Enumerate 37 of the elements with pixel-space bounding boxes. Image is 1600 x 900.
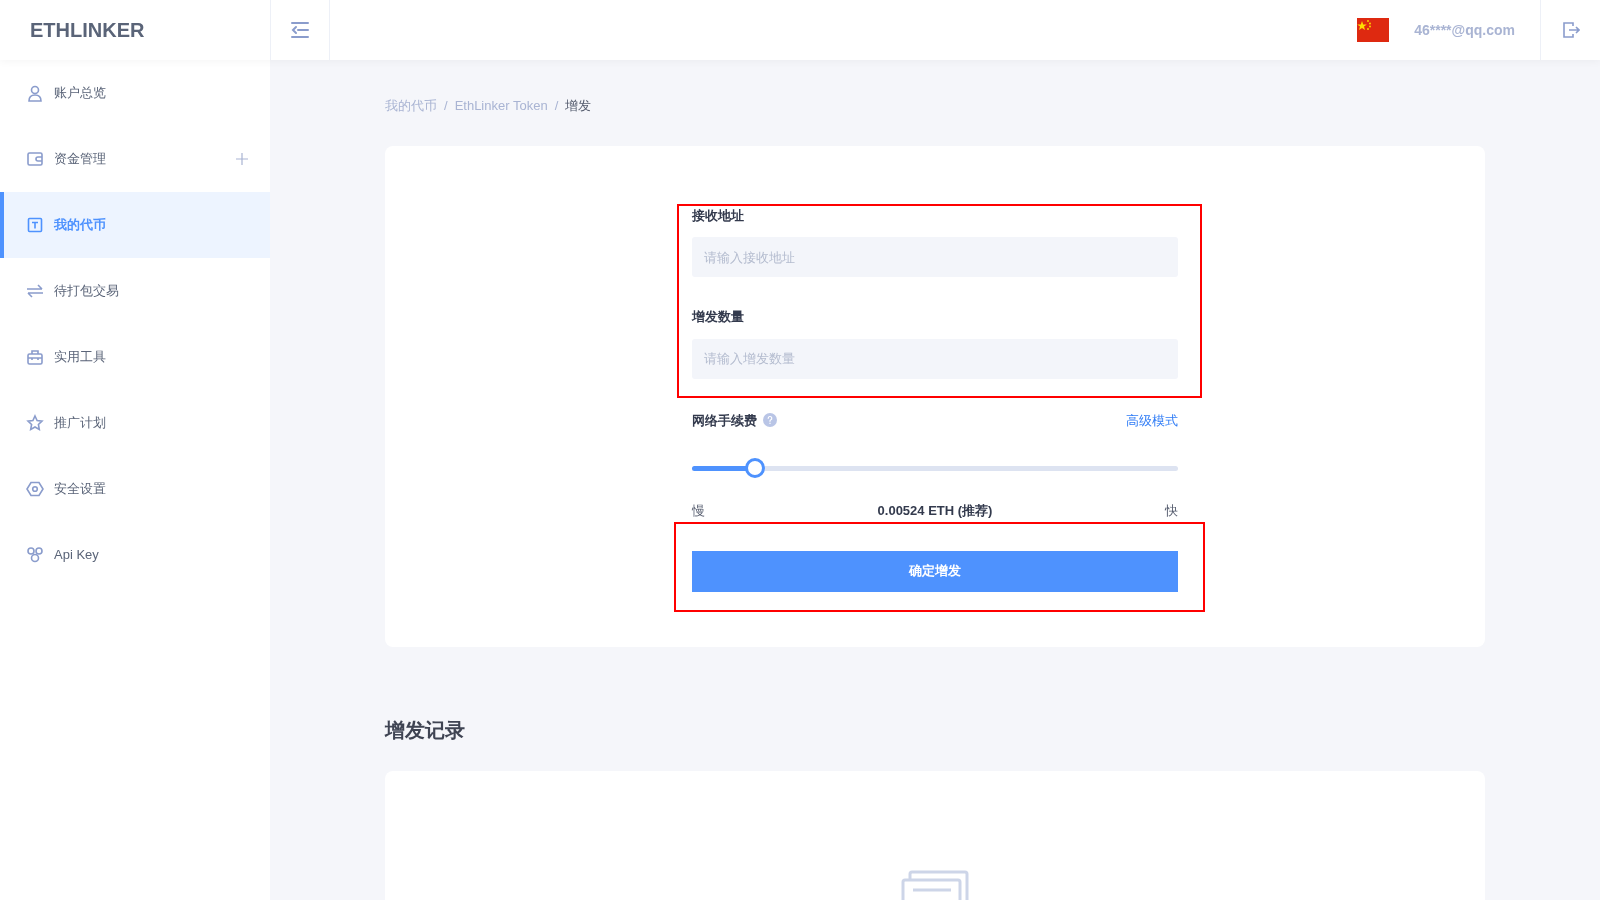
slow-label: 慢 <box>692 502 705 520</box>
hexagon-icon <box>26 480 44 498</box>
toolbox-icon <box>26 348 44 366</box>
logo-text: ETHLINKER <box>30 18 145 43</box>
fee-amount: 0.00524 ETH (推荐) <box>877 502 993 520</box>
china-flag-icon[interactable] <box>1357 18 1390 42</box>
section-title: 增发记录 <box>385 717 466 743</box>
menu-icon[interactable] <box>290 21 310 39</box>
breadcrumb-separator: / <box>554 97 559 115</box>
letter-t-square-icon <box>26 216 44 234</box>
field-label: 接收地址 <box>692 206 745 225</box>
star-icon <box>26 414 44 432</box>
breadcrumb-separator: / <box>444 97 448 115</box>
fast-label: 快 <box>1165 502 1178 520</box>
input-field[interactable]: 请输入增发数量 <box>692 338 1178 379</box>
sidebar-item[interactable]: 推广计划 <box>0 390 270 456</box>
sidebar-item[interactable]: 待打包交易 <box>0 258 270 324</box>
advanced-mode-link[interactable]: 高级模式 <box>1126 410 1178 430</box>
arrows-icon <box>26 282 44 300</box>
user-icon <box>26 84 44 102</box>
sidebar-item[interactable]: 资金管理 <box>0 126 270 192</box>
field-label: 增发数量 <box>692 308 745 326</box>
sidebar-item[interactable]: 实用工具 <box>0 324 270 390</box>
wallet-icon <box>26 150 44 168</box>
active-indicator <box>0 192 4 258</box>
sidebar-item[interactable]: Api Key <box>0 522 270 588</box>
circles-icon <box>26 546 44 564</box>
logout-icon[interactable] <box>1561 21 1580 39</box>
sidebar-item[interactable]: 安全设置 <box>0 456 270 522</box>
fee-label: 网络手续费 <box>692 411 757 430</box>
empty-list-icon <box>901 870 969 900</box>
help-icon[interactable] <box>763 413 777 428</box>
slider-handle[interactable] <box>745 458 766 478</box>
sidebar-item[interactable]: 账户总览 <box>0 60 270 126</box>
breadcrumb-current: 增发 <box>565 97 592 115</box>
plus-icon[interactable] <box>236 153 248 165</box>
input-field[interactable]: 请输入接收地址 <box>692 237 1178 277</box>
